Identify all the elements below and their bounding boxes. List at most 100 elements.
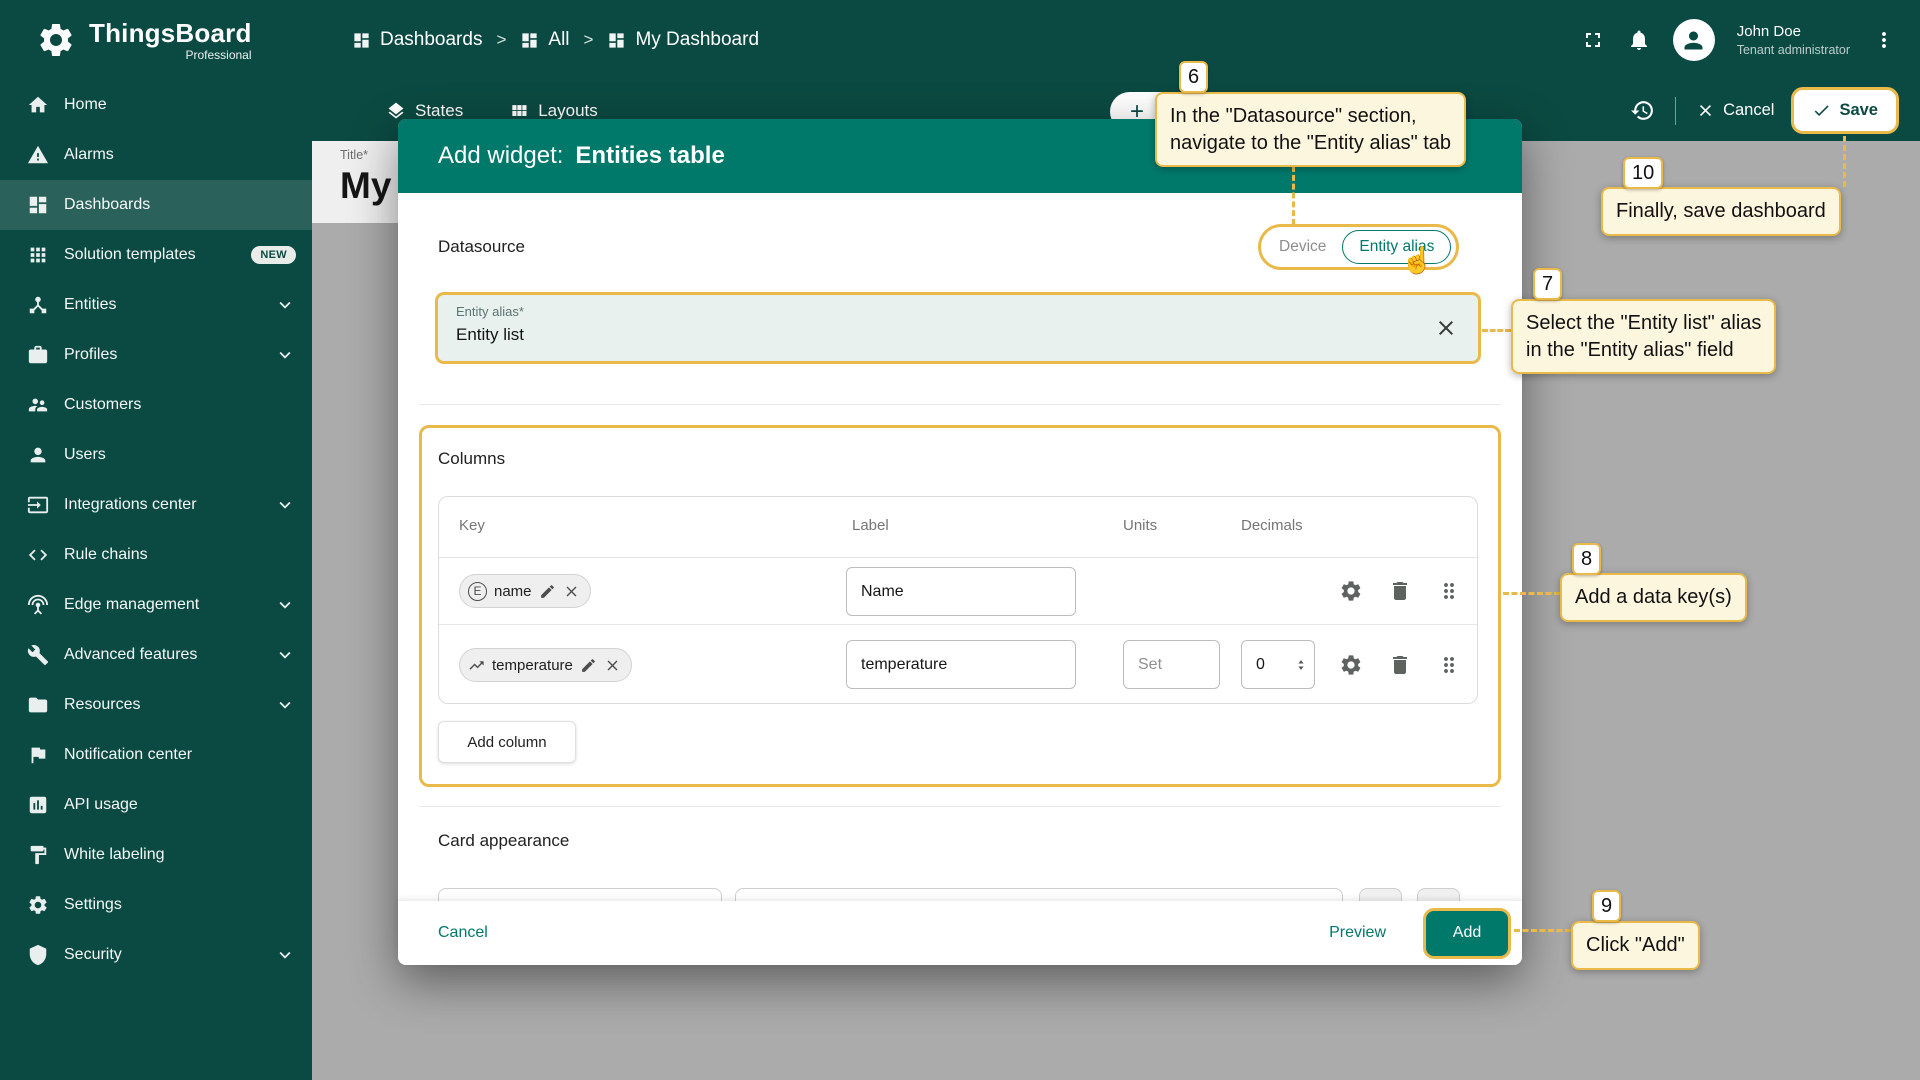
antenna-icon bbox=[27, 594, 49, 616]
column-header-decimals: Decimals bbox=[1241, 517, 1303, 534]
drag-handle-icon[interactable] bbox=[1437, 653, 1461, 677]
entity-alias-field-label: Entity alias* bbox=[456, 304, 524, 319]
save-dashboard-button[interactable]: Save bbox=[1794, 90, 1896, 131]
sidebar-item-customers[interactable]: Customers bbox=[0, 380, 312, 430]
chevron-down-icon bbox=[274, 594, 296, 616]
sidebar-item-dashboards[interactable]: Dashboards bbox=[0, 180, 312, 230]
units-input-row-2[interactable] bbox=[1123, 640, 1220, 689]
tab-layouts[interactable]: Layouts bbox=[509, 101, 598, 121]
history-icon[interactable] bbox=[1630, 98, 1655, 123]
people-icon bbox=[27, 394, 49, 416]
dashboards-icon bbox=[27, 194, 49, 216]
decimals-stepper-row-2[interactable]: 0 bbox=[1241, 640, 1315, 689]
add-column-button[interactable]: Add column bbox=[438, 721, 576, 763]
column-header-units: Units bbox=[1123, 517, 1158, 534]
delete-column-trash-icon[interactable] bbox=[1388, 653, 1412, 677]
tab-states[interactable]: States bbox=[386, 101, 463, 121]
sidebar-item-advanced-features[interactable]: Advanced features bbox=[0, 630, 312, 680]
sidebar-item-label: Solution templates bbox=[64, 246, 196, 263]
sidebar-item-users[interactable]: Users bbox=[0, 430, 312, 480]
code-icon bbox=[27, 544, 49, 566]
remove-key-icon[interactable] bbox=[563, 583, 580, 600]
sidebar-item-solution-templates[interactable]: Solution templates NEW bbox=[0, 230, 312, 280]
sidebar-item-label: Dashboards bbox=[64, 196, 151, 213]
sidebar-item-label: API usage bbox=[64, 796, 138, 813]
folder-icon bbox=[27, 694, 49, 716]
toggle-option-entity-alias[interactable]: Entity alias bbox=[1342, 230, 1452, 264]
flag-icon bbox=[27, 744, 49, 766]
user-meta: John Doe Tenant administrator bbox=[1737, 22, 1850, 58]
more-vert-icon[interactable] bbox=[1872, 28, 1896, 52]
preview-button[interactable]: Preview bbox=[1329, 924, 1386, 942]
breadcrumb-my-dashboard[interactable]: My Dashboard bbox=[607, 29, 759, 51]
breadcrumb-dashboards[interactable]: Dashboards bbox=[352, 29, 482, 51]
title-field-label: Title* bbox=[340, 148, 369, 162]
sidebar-item-entities[interactable]: Entities bbox=[0, 280, 312, 330]
toggle-option-device[interactable]: Device bbox=[1263, 238, 1342, 256]
breadcrumb-all[interactable]: All bbox=[520, 29, 570, 51]
delete-column-trash-icon[interactable] bbox=[1388, 579, 1412, 603]
label-input-row-1[interactable] bbox=[846, 567, 1076, 616]
toolbar-divider bbox=[1675, 96, 1677, 125]
brand-name: ThingsBoard bbox=[89, 18, 252, 48]
mouse-cursor: ☝ bbox=[1401, 245, 1434, 275]
screen: ThingsBoard Professional Home Alarms Das… bbox=[0, 0, 1920, 1080]
avatar[interactable] bbox=[1672, 19, 1715, 61]
cancel-edit-button[interactable]: Cancel bbox=[1696, 101, 1774, 120]
notifications-bell-icon[interactable] bbox=[1627, 28, 1651, 52]
sidebar-item-security[interactable]: Security bbox=[0, 930, 312, 980]
title-field-value[interactable]: My bbox=[340, 165, 391, 207]
sidebar-item-notification-center[interactable]: Notification center bbox=[0, 730, 312, 780]
column-settings-gear-icon[interactable] bbox=[1339, 579, 1363, 603]
sidebar-item-edge-management[interactable]: Edge management bbox=[0, 580, 312, 630]
sidebar-item-label: Profiles bbox=[64, 346, 118, 363]
remove-key-icon[interactable] bbox=[604, 657, 621, 674]
sidebar-item-white-labeling[interactable]: White labeling bbox=[0, 830, 312, 880]
sidebar-item-resources[interactable]: Resources bbox=[0, 680, 312, 730]
card-appearance-field[interactable] bbox=[438, 888, 722, 901]
card-appearance-field[interactable] bbox=[735, 888, 1343, 901]
columns-table: Key Label Units Decimals E name Name tem… bbox=[438, 496, 1478, 704]
home-icon bbox=[27, 94, 49, 116]
annotation-badge-9: 9 bbox=[1592, 890, 1622, 922]
card-appearance-field[interactable] bbox=[1417, 888, 1460, 901]
annotation-callout-7: Select the "Entity list" alias in the "E… bbox=[1511, 299, 1777, 375]
chevron-down-icon bbox=[274, 694, 296, 716]
sidebar-item-home[interactable]: Home bbox=[0, 80, 312, 130]
clear-alias-button[interactable] bbox=[1434, 316, 1458, 340]
sidebar-item-label: Home bbox=[64, 96, 107, 113]
sidebar-item-rule-chains[interactable]: Rule chains bbox=[0, 530, 312, 580]
column-settings-gear-icon[interactable] bbox=[1339, 653, 1363, 677]
table-divider bbox=[439, 624, 1477, 625]
data-key-name: name bbox=[494, 582, 532, 600]
edit-pencil-icon[interactable] bbox=[580, 657, 597, 674]
annotation-callout-8: Add a data key(s) bbox=[1560, 573, 1747, 622]
data-key-chip-temperature[interactable]: temperature bbox=[459, 648, 632, 682]
dashboards-icon bbox=[607, 31, 626, 50]
sidebar-item-label: Advanced features bbox=[64, 646, 198, 663]
dialog-cancel-button[interactable]: Cancel bbox=[438, 924, 488, 942]
edit-pencil-icon[interactable] bbox=[539, 583, 556, 600]
person-icon bbox=[1680, 27, 1707, 54]
sidebar-item-label: Security bbox=[64, 946, 122, 963]
sidebar-item-api-usage[interactable]: API usage bbox=[0, 780, 312, 830]
sidebar-item-settings[interactable]: Settings bbox=[0, 880, 312, 930]
annotation-connector-6 bbox=[1292, 166, 1295, 225]
annotation-callout-9: Click "Add" bbox=[1571, 921, 1700, 970]
drag-handle-icon[interactable] bbox=[1437, 579, 1461, 603]
breadcrumb-separator: > bbox=[496, 30, 507, 49]
fullscreen-icon[interactable] bbox=[1581, 28, 1605, 52]
grid-icon bbox=[509, 101, 529, 121]
data-key-chip-name[interactable]: E name bbox=[459, 574, 591, 608]
sidebar-item-integrations-center[interactable]: Integrations center bbox=[0, 480, 312, 530]
add-widget-dialog: Add widget: Entities table Datasource De… bbox=[398, 119, 1522, 965]
sidebar-item-alarms[interactable]: Alarms bbox=[0, 130, 312, 180]
label-input-row-2[interactable] bbox=[846, 640, 1076, 689]
sidebar-item-profiles[interactable]: Profiles bbox=[0, 330, 312, 380]
annotation-badge-7: 7 bbox=[1533, 268, 1563, 300]
stepper-arrows-icon[interactable] bbox=[1292, 653, 1310, 677]
entity-alias-field[interactable]: Entity alias* Entity list bbox=[438, 295, 1478, 361]
card-appearance-field[interactable] bbox=[1359, 888, 1402, 901]
person-icon bbox=[27, 444, 49, 466]
add-widget-button[interactable]: Add bbox=[1426, 910, 1508, 956]
